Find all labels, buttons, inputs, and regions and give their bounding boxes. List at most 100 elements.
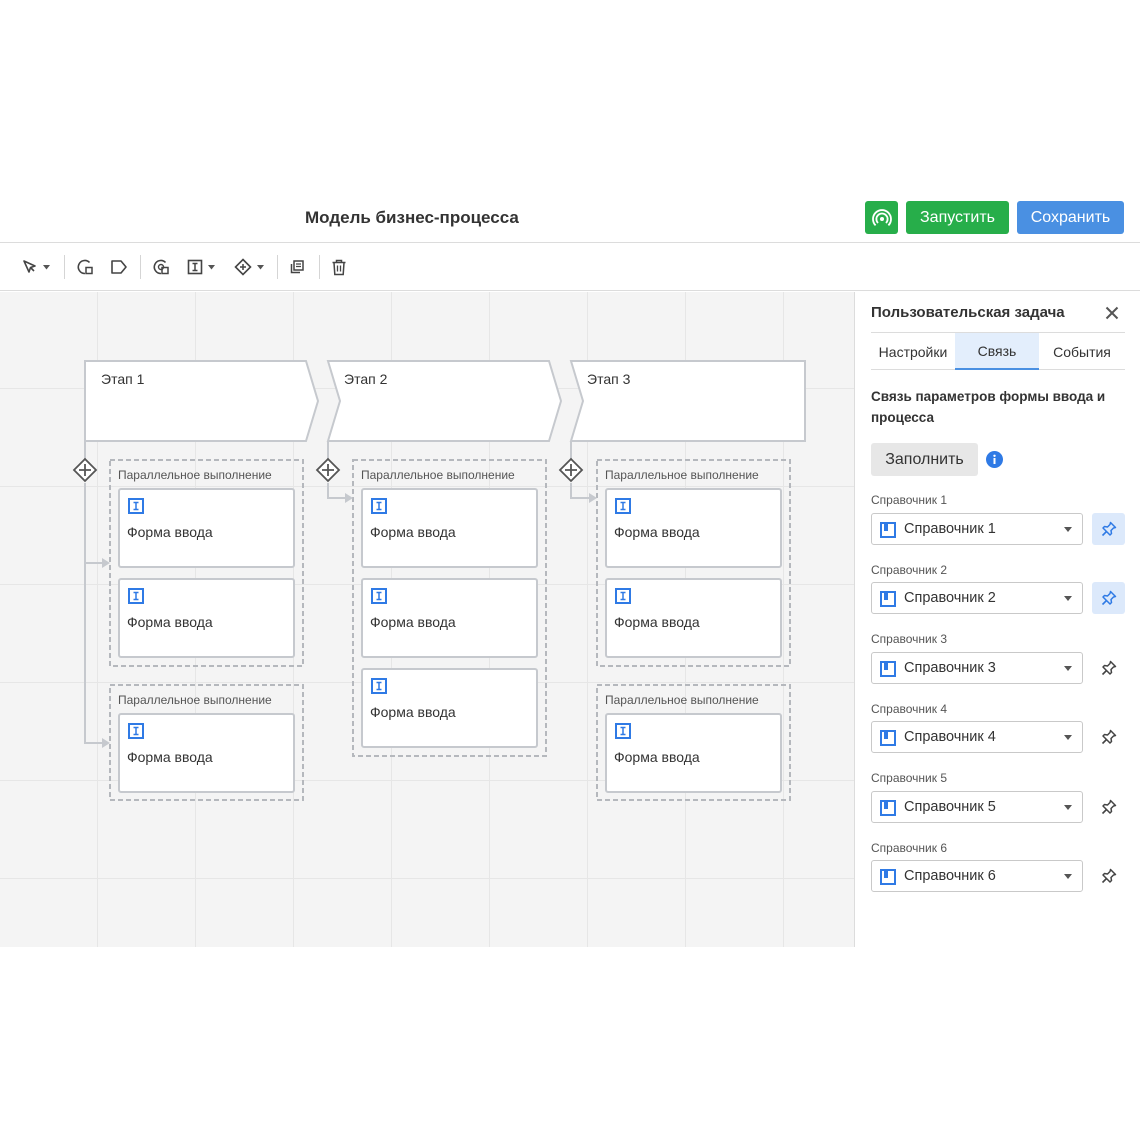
pin-button-1[interactable] — [1092, 513, 1125, 545]
form-task-card[interactable]: Форма ввода — [361, 488, 538, 568]
app-header: Модель бизнес-процесса Запустить Сохрани… — [0, 195, 1140, 243]
gateway-tool-icon — [234, 258, 252, 276]
stage-label[interactable]: Этап 2 — [344, 371, 387, 387]
parallel-group-label: Параллельное выполнение — [118, 693, 272, 707]
reference-select-value: Справочник 3 — [904, 660, 996, 676]
reference-label: Справочник 5 — [871, 771, 948, 785]
section-title: Связь параметров формы ввода и процесса — [871, 389, 1106, 425]
delete-tool-button[interactable] — [331, 255, 347, 279]
parallel-group-label: Параллельное выполнение — [118, 468, 272, 482]
form-icon — [128, 723, 144, 739]
reference-label: Справочник 1 — [871, 493, 948, 507]
form-task-card[interactable]: Форма ввода — [361, 578, 538, 658]
directory-icon — [880, 661, 896, 677]
directory-icon — [880, 800, 896, 816]
pin-button-5[interactable] — [1092, 791, 1125, 823]
pin-button-6[interactable] — [1092, 860, 1125, 892]
directory-icon — [880, 591, 896, 607]
form-icon — [615, 723, 631, 739]
form-task-card[interactable]: Форма ввода — [118, 488, 295, 568]
form-icon — [615, 498, 631, 514]
tab-settings[interactable]: Настройки — [871, 333, 955, 370]
form-task-card[interactable]: Форма ввода — [605, 713, 782, 793]
reference-select-6[interactable]: Справочник 6 — [871, 860, 1083, 892]
parallel-gateway-icon — [315, 457, 341, 483]
tab-events[interactable]: События — [1039, 333, 1125, 370]
pin-icon — [1101, 799, 1116, 815]
reference-select-value: Справочник 5 — [904, 799, 996, 815]
form-icon — [371, 588, 387, 604]
form-task-label: Форма ввода — [614, 614, 700, 630]
form-task-card[interactable]: Форма ввода — [118, 713, 295, 793]
close-icon[interactable] — [1103, 304, 1121, 322]
reference-label: Справочник 6 — [871, 841, 948, 855]
pin-button-4[interactable] — [1092, 721, 1125, 753]
copy-tool-button[interactable] — [289, 255, 305, 279]
caret-down-icon — [1064, 666, 1072, 671]
form-task-card[interactable]: Форма ввода — [361, 668, 538, 748]
pin-button-2[interactable] — [1092, 582, 1125, 614]
diagram-canvas[interactable]: Этап 1 Этап 2 Этап 3 Параллельное выполн… — [0, 292, 854, 947]
tab-connection[interactable]: Связь — [955, 333, 1039, 370]
reference-select-4[interactable]: Справочник 4 — [871, 721, 1083, 753]
reference-select-value: Справочник 1 — [904, 521, 996, 537]
reference-select-value: Справочник 2 — [904, 590, 996, 606]
run-button[interactable]: Запустить — [906, 201, 1009, 234]
sub-process-tool-button[interactable] — [152, 255, 170, 279]
reference-label: Справочник 2 — [871, 563, 948, 577]
form-task-label: Форма ввода — [370, 704, 456, 720]
reference-select-3[interactable]: Справочник 3 — [871, 652, 1083, 684]
form-tool-button[interactable] — [187, 255, 215, 279]
reference-label: Справочник 4 — [871, 702, 948, 716]
pin-icon — [1101, 868, 1116, 884]
pointer-tool-button[interactable] — [22, 255, 50, 279]
reference-select-value: Справочник 4 — [904, 729, 996, 745]
form-task-label: Форма ввода — [370, 614, 456, 630]
form-task-label: Форма ввода — [127, 614, 213, 630]
panel-tabs: Настройки Связь События — [871, 332, 1125, 370]
reference-select-value: Справочник 6 — [904, 868, 996, 884]
save-button[interactable]: Сохранить — [1017, 201, 1124, 234]
caret-down-icon — [43, 264, 50, 269]
parallel-group-label: Параллельное выполнение — [605, 693, 759, 707]
pin-icon — [1101, 590, 1116, 606]
fill-button[interactable]: Заполнить — [871, 443, 978, 476]
form-task-label: Форма ввода — [614, 524, 700, 540]
form-task-label: Форма ввода — [127, 524, 213, 540]
diagram-toolbar — [0, 243, 1140, 291]
reference-select-1[interactable]: Справочник 1 — [871, 513, 1083, 545]
form-icon — [371, 498, 387, 514]
gateway-tool-button[interactable] — [234, 255, 264, 279]
form-task-card[interactable]: Форма ввода — [605, 488, 782, 568]
form-task-card[interactable]: Форма ввода — [118, 578, 295, 658]
form-task-card[interactable]: Форма ввода — [605, 578, 782, 658]
label-tool-button[interactable] — [110, 255, 128, 279]
label-tool-icon — [111, 260, 127, 274]
properties-panel: Пользовательская задача Настройки Связь … — [854, 292, 1140, 947]
form-icon — [128, 498, 144, 514]
directory-icon — [880, 730, 896, 746]
form-task-label: Форма ввода — [127, 749, 213, 765]
panel-title: Пользовательская задача — [871, 304, 1065, 321]
form-icon — [615, 588, 631, 604]
broadcast-icon — [871, 208, 892, 226]
stage-label[interactable]: Этап 1 — [101, 371, 144, 387]
caret-down-icon — [1064, 735, 1072, 740]
caret-down-icon — [257, 264, 264, 269]
parallel-gateway-icon — [558, 457, 584, 483]
parallel-group-label: Параллельное выполнение — [605, 468, 759, 482]
pointer-tool-icon — [23, 260, 36, 273]
caret-down-icon — [1064, 805, 1072, 810]
pin-button-3[interactable] — [1092, 652, 1125, 684]
stage-label[interactable]: Этап 3 — [587, 371, 630, 387]
caret-down-icon — [208, 264, 215, 269]
user-task-tool-button[interactable] — [76, 255, 94, 279]
pin-icon — [1101, 729, 1116, 745]
caret-down-icon — [1064, 527, 1072, 532]
broadcast-button[interactable] — [865, 201, 898, 234]
reference-select-2[interactable]: Справочник 2 — [871, 582, 1083, 614]
reference-select-5[interactable]: Справочник 5 — [871, 791, 1083, 823]
info-icon[interactable] — [986, 451, 1003, 468]
parallel-gateway-icon — [72, 457, 98, 483]
delete-icon — [332, 259, 346, 275]
